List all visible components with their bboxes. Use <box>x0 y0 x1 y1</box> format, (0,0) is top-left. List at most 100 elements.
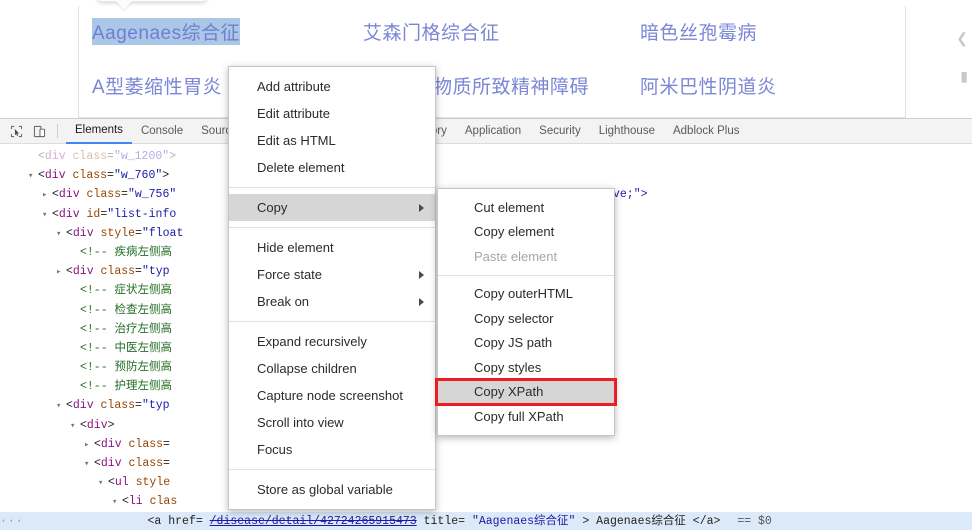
triangle-down-icon[interactable]: ▾ <box>112 493 122 512</box>
tab-elements[interactable]: Elements <box>66 119 132 144</box>
menu-item-label: Copy styles <box>474 359 542 375</box>
tab-lighthouse[interactable]: Lighthouse <box>590 119 664 144</box>
dom-node-markup: <!-- 疾病左侧高 <box>80 245 173 259</box>
menu-item-copy-js-path[interactable]: Copy JS path <box>438 331 614 356</box>
dom-node-markup: <!-- 治疗左侧高 <box>80 322 173 336</box>
menu-item-label: Collapse children <box>257 361 357 376</box>
triangle-down-icon[interactable]: ▾ <box>28 167 38 186</box>
disease-link[interactable]: 阿米巴性阴道炎 <box>640 72 777 99</box>
triangle-down-icon[interactable]: ▾ <box>84 455 94 474</box>
dom-a-gt: > <box>582 514 590 528</box>
disease-link[interactable]: 艾森门格综合征 <box>363 18 500 45</box>
dom-node-markup: <div> <box>80 418 115 432</box>
triangle-down-icon[interactable]: ▾ <box>56 225 66 244</box>
menu-separator <box>229 469 435 470</box>
menu-item-copy-styles[interactable]: Copy styles <box>438 355 614 380</box>
dom-node-markup: <!-- 中医左侧高 <box>80 341 173 355</box>
menu-item-paste-element: Paste element <box>438 244 614 269</box>
dom-a-href-value[interactable]: /disease/detail/42724265915473 <box>210 515 417 528</box>
dom-a-title-value: "Aagenaes综合征" <box>471 514 576 528</box>
menu-item-hide-element[interactable]: Hide element <box>229 234 435 261</box>
menu-item-label: Copy JS path <box>474 335 553 351</box>
menu-item-label: Focus <box>257 442 293 457</box>
dom-node-row[interactable]: ▾ <div class= <box>0 454 972 473</box>
menu-item-expand-recursively[interactable]: Expand recursively <box>229 328 435 355</box>
dom-node-row[interactable]: ▾ <ul style <box>0 473 972 492</box>
triangle-down-icon[interactable]: ▾ <box>70 417 80 436</box>
menu-item-focus[interactable]: Focus <box>229 436 435 463</box>
chevron-right-icon <box>419 297 424 306</box>
tab-console[interactable]: Console <box>132 119 192 144</box>
menu-item-copy-outerhtml[interactable]: Copy outerHTML <box>438 282 614 307</box>
menu-item-edit-attribute[interactable]: Edit attribute <box>229 100 435 127</box>
menu-item-label: Force state <box>257 267 323 282</box>
dom-node-markup: <div class= <box>94 437 170 451</box>
dom-style-fragment: ve;"> <box>613 188 648 201</box>
dom-node-row[interactable]: ▾ <div class="w_760"> <box>0 166 972 185</box>
menu-item-label: Copy outerHTML <box>474 286 573 302</box>
page-right-artifact-1: ❮ <box>956 30 968 46</box>
dom-node-markup: <!-- 预防左侧高 <box>80 361 173 375</box>
tab-application[interactable]: Application <box>456 119 530 144</box>
dom-node-markup: <!-- 护理左侧高 <box>80 380 173 394</box>
menu-item-label: Store as global variable <box>257 482 393 497</box>
menu-item-collapse-children[interactable]: Collapse children <box>229 355 435 382</box>
menu-item-edit-as-html[interactable]: Edit as HTML <box>229 127 435 154</box>
triangle-down-icon[interactable]: ▾ <box>42 206 52 225</box>
menu-item-store-as-global-variable[interactable]: Store as global variable <box>229 476 435 503</box>
dom-a-inner-text: Aagenaes综合征 <box>596 514 686 528</box>
dom-node-markup: <div class="typ <box>66 399 170 413</box>
menu-item-copy[interactable]: Copy <box>229 194 435 221</box>
menu-item-cut-element[interactable]: Cut element <box>438 195 614 220</box>
menu-item-label: Copy selector <box>474 310 554 326</box>
disease-link[interactable]: Aagenaes综合征 <box>92 18 241 45</box>
dom-node-row[interactable]: ▾ <li clas <box>0 492 972 511</box>
disease-link[interactable]: 物质所致精神障碍 <box>433 72 589 99</box>
chevron-right-icon <box>419 270 424 279</box>
copy-submenu[interactable]: Cut element Copy element Paste element Copy… <box>435 188 617 436</box>
triangle-down-icon[interactable]: ▾ <box>56 397 66 416</box>
devtools-toolbar: ElementsConsoleSourcesNetworkPerformance… <box>0 119 972 144</box>
device-toolbar-icon[interactable] <box>29 122 49 140</box>
triangle-right-icon[interactable]: ▸ <box>84 436 94 455</box>
elements-context-menu[interactable]: Add attribute Edit attribute Edit as HTML D… <box>228 66 436 510</box>
tab-security[interactable]: Security <box>530 119 590 144</box>
menu-item-delete-element[interactable]: Delete element <box>229 154 435 181</box>
dom-node-markup: <div class= <box>94 457 170 470</box>
menu-item-force-state[interactable]: Force state <box>229 261 435 288</box>
menu-item-label: Delete element <box>257 160 345 175</box>
disease-link[interactable]: A型萎缩性胃炎 <box>92 72 222 99</box>
triangle-down-icon[interactable]: ▾ <box>98 474 108 493</box>
dom-selected-row[interactable]: ··· <a href= /disease/detail/42724265915… <box>0 511 972 530</box>
chevron-right-icon <box>419 203 424 212</box>
menu-item-copy-element[interactable]: Copy element <box>438 220 614 245</box>
menu-item-scroll-into-view[interactable]: Scroll into view <box>229 409 435 436</box>
menu-item-add-attribute[interactable]: Add attribute <box>229 73 435 100</box>
dom-a-close-tag: </a> <box>692 514 721 528</box>
dom-node-row[interactable]: ▸ <div class= <box>0 435 972 454</box>
disease-link[interactable]: 暗色丝孢霉病 <box>640 18 757 45</box>
dom-node-markup: <div class="typ <box>66 265 170 279</box>
menu-item-label: Edit attribute <box>257 106 330 121</box>
menu-item-label: Scroll into view <box>257 415 344 430</box>
inspect-element-icon[interactable] <box>6 122 26 140</box>
menu-item-label: Add attribute <box>257 79 331 94</box>
menu-item-label: Cut element <box>474 199 545 215</box>
menu-item-copy-xpath[interactable]: Copy XPath <box>435 377 617 406</box>
menu-item-label: Copy XPath <box>474 384 544 400</box>
menu-item-capture-node-screenshot[interactable]: Capture node screenshot <box>229 382 435 409</box>
tab-adblock-plus[interactable]: Adblock Plus <box>664 119 748 144</box>
hover-tooltip <box>98 0 206 2</box>
menu-separator <box>229 321 435 322</box>
dom-node-markup: <div style="float <box>66 226 184 240</box>
dom-node-row[interactable]: <div class="w_1200"> <box>0 147 972 166</box>
dom-node-markup: <!-- 症状左侧高 <box>80 284 173 298</box>
dom-node-markup: <div class="w_756" <box>52 188 177 202</box>
triangle-right-icon[interactable]: ▸ <box>42 186 52 205</box>
dom-node-markup: <!-- 检查左侧高 <box>80 303 173 317</box>
menu-item-label: Paste element <box>474 248 558 264</box>
triangle-right-icon[interactable]: ▸ <box>56 263 66 282</box>
menu-item-copy-full-xpath[interactable]: Copy full XPath <box>438 404 614 429</box>
menu-item-copy-selector[interactable]: Copy selector <box>438 306 614 331</box>
menu-item-break-on[interactable]: Break on <box>229 288 435 315</box>
